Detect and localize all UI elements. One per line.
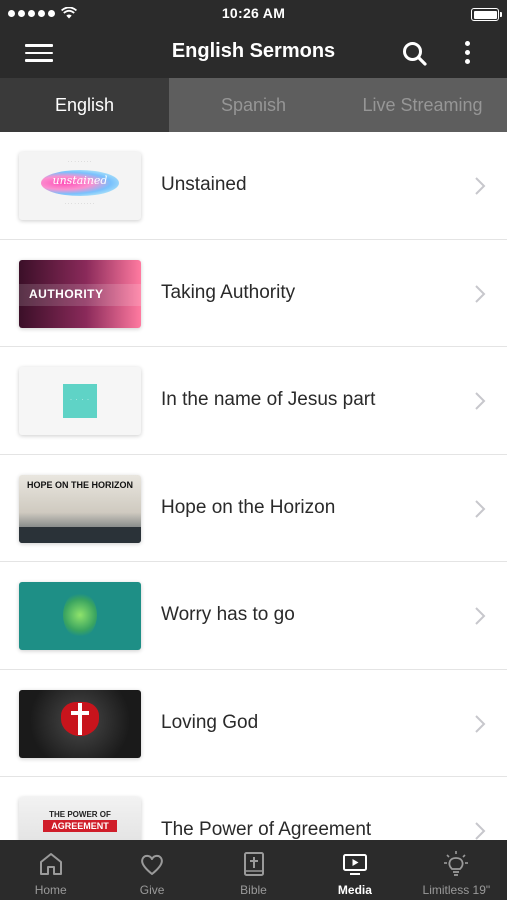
- thumbnail-text: unstained: [52, 174, 108, 187]
- nav-label: Give: [139, 883, 165, 897]
- sermon-row-taking-authority[interactable]: AUTHORITY Taking Authority: [0, 240, 507, 347]
- nav-item-give[interactable]: Give: [101, 840, 202, 900]
- sermon-thumbnail: HOPE ON THE HORIZON: [19, 474, 141, 543]
- nav-item-home[interactable]: Home: [0, 840, 101, 900]
- nav-label: Home: [34, 883, 67, 897]
- sermon-thumbnail: [19, 689, 141, 758]
- sermon-thumbnail: · · · · · · · · unstained · · · · · · · …: [19, 152, 141, 220]
- sermon-row-in-the-name-of-jesus[interactable]: · · · · In the name of Jesus part: [0, 347, 507, 455]
- media-icon: [342, 854, 367, 875]
- thumbnail-text: HOPE ON THE HORIZON: [26, 479, 133, 490]
- sermon-thumbnail: · · · ·: [19, 367, 141, 435]
- chevron-right-icon: [475, 822, 486, 840]
- language-tabs: English Spanish Live Streaming: [0, 78, 507, 132]
- nav-item-limitless[interactable]: Limitless 19": [406, 840, 507, 900]
- sermon-row-unstained[interactable]: · · · · · · · · unstained · · · · · · · …: [0, 132, 507, 240]
- thumbnail-caption: · · · · · · · · · ·: [65, 202, 95, 206]
- tab-spanish[interactable]: Spanish: [169, 78, 338, 132]
- nav-label: Limitless 19": [422, 883, 491, 897]
- chevron-right-icon: [475, 177, 486, 195]
- search-icon[interactable]: [400, 39, 430, 69]
- chevron-right-icon: [475, 392, 486, 410]
- sermon-title: Loving God: [161, 711, 259, 733]
- sermon-title: The Power of Agreement: [161, 819, 372, 840]
- hamburger-icon[interactable]: [22, 40, 56, 66]
- chevron-right-icon: [475, 607, 486, 625]
- home-icon: [39, 853, 62, 875]
- more-vertical-icon[interactable]: [456, 38, 480, 68]
- thumbnail-text: AGREEMENT: [43, 820, 117, 832]
- sermon-thumbnail: [19, 582, 141, 650]
- sermon-row-loving-god[interactable]: Loving God: [0, 670, 507, 777]
- chevron-right-icon: [475, 714, 486, 733]
- chevron-right-icon: [475, 499, 486, 518]
- sermon-title: Unstained: [161, 174, 247, 196]
- sermon-title: In the name of Jesus part: [161, 389, 376, 411]
- bible-icon: [243, 852, 264, 876]
- thumbnail-text: THE POWER OF: [49, 810, 111, 819]
- battery-icon: [471, 8, 502, 21]
- tab-english[interactable]: English: [0, 78, 169, 132]
- sermon-title: Worry has to go: [161, 604, 295, 626]
- bottom-nav: Home Give Bible Media Limitless 19": [0, 840, 507, 900]
- status-bar: 10:26 AM: [0, 0, 507, 28]
- thumbnail-caption: · · · · · · · ·: [68, 160, 92, 164]
- status-time: 10:26 AM: [221, 5, 286, 21]
- sermon-row-the-power-of-agreement[interactable]: THE POWER OF AGREEMENT The Power of Agre…: [0, 777, 507, 840]
- page-title: English Sermons: [171, 40, 336, 62]
- app-header: English Sermons: [0, 28, 507, 78]
- heart-icon: [141, 854, 163, 875]
- sermon-thumbnail: THE POWER OF AGREEMENT: [19, 797, 141, 840]
- sermon-row-worry-has-to-go[interactable]: Worry has to go: [0, 562, 507, 670]
- sermon-title: Hope on the Horizon: [161, 496, 336, 518]
- sermon-row-hope-on-the-horizon[interactable]: HOPE ON THE HORIZON Hope on the Horizon: [0, 455, 507, 562]
- thumbnail-text: AUTHORITY: [29, 286, 104, 301]
- nav-label: Bible: [240, 883, 267, 897]
- lightbulb-icon: [444, 851, 469, 876]
- chevron-right-icon: [475, 284, 486, 303]
- sermon-list: · · · · · · · · unstained · · · · · · · …: [0, 132, 507, 840]
- nav-label: Media: [337, 883, 372, 897]
- sermon-title: Taking Authority: [161, 281, 296, 303]
- nav-item-media[interactable]: Media: [304, 840, 405, 900]
- sermon-thumbnail: AUTHORITY: [19, 259, 141, 328]
- nav-item-bible[interactable]: Bible: [203, 840, 304, 900]
- tab-live-streaming[interactable]: Live Streaming: [338, 78, 507, 132]
